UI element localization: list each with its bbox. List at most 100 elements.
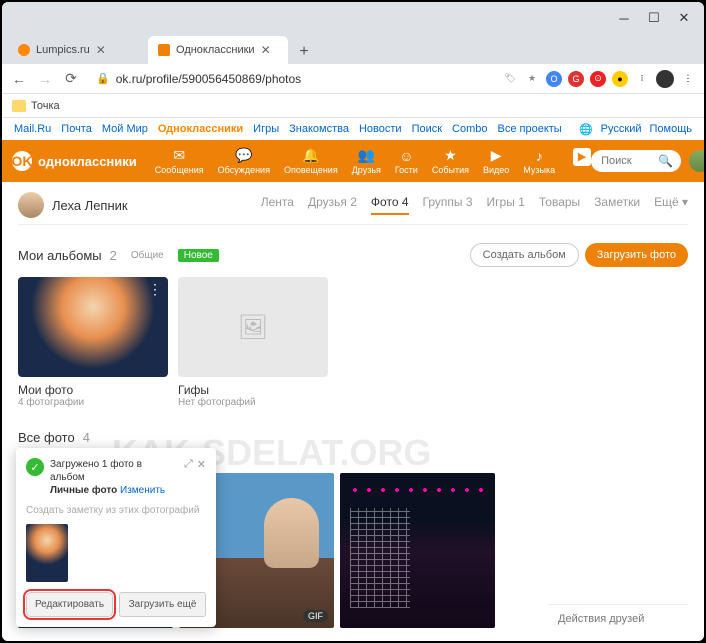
address-bar[interactable]: 🔒 ok.ru/profile/590056450869/photos [88,72,494,86]
album-card[interactable]: 🖼 Гифы Нет фотографий [178,277,328,408]
album-name: Гифы [178,383,328,397]
albums-count: 2 [110,248,117,263]
mailru-link[interactable]: Все проекты [498,123,562,135]
ext-icon[interactable]: G [568,71,584,87]
music-icon: ♪ [530,148,548,164]
album-name: Мои фото [18,383,168,397]
album-card[interactable]: ⋮ Мои фото 4 фотографии [18,277,168,408]
ext-icon[interactable]: ⁝ [634,71,650,87]
browser-tab[interactable]: Одноклассники ✕ [148,36,288,64]
bookmarks-bar: Точка [2,94,704,118]
allphotos-title: Все фото [18,430,75,445]
browser-tab[interactable]: Lumpics.ru ✕ [8,36,148,64]
allphotos-count: 4 [83,430,90,445]
upload-more-button[interactable]: Загрузить ещё [119,592,206,617]
albums-title: Мои альбомы [18,248,102,263]
tab-goods[interactable]: Товары [539,195,580,215]
create-album-button[interactable]: Создать альбом [470,243,579,267]
user-avatar[interactable] [689,150,706,172]
expand-icon[interactable]: ⤢ [184,458,193,471]
album-thumbnail: 🖼 [178,277,328,377]
profile-name[interactable]: Леха Лепник [52,198,128,213]
menu-icon[interactable]: ⋮ [680,71,696,87]
mailru-link[interactable]: Новости [359,123,402,135]
tab-notes[interactable]: Заметки [594,195,640,215]
tab-games[interactable]: Игры 1 [487,195,525,215]
bell-icon: 🔔 [302,148,320,164]
globe-icon: 🌐 [579,123,593,136]
search-icon[interactable]: 🔍 [658,154,673,168]
nav-messages[interactable]: ✉Сообщения [155,148,204,175]
profile-avatar-icon[interactable] [656,70,674,88]
mailru-link[interactable]: Мой Мир [102,123,148,135]
change-link[interactable]: Изменить [120,485,165,496]
url-text: ok.ru/profile/590056450869/photos [116,72,301,86]
tab-label: Lumpics.ru [36,44,90,56]
ok-logo[interactable]: OK одноклассники [12,151,137,171]
star-icon: ★ [441,148,459,164]
nav-video[interactable]: ▶Видео [483,148,509,175]
win-close[interactable]: ✕ [678,12,690,24]
upload-photo-button[interactable]: Загрузить фото [585,243,688,267]
mailru-link[interactable]: Знакомства [289,123,349,135]
mailru-link[interactable]: Почта [61,123,92,135]
ext-icon[interactable]: O [546,71,562,87]
ok-header: OK одноклассники ✉Сообщения 💬Обсуждения … [2,140,704,182]
tab-photos[interactable]: Фото 4 [371,195,409,215]
ext-icon[interactable]: ⊙ [590,71,606,87]
tab-feed[interactable]: Лента [261,195,294,215]
nav-notifications[interactable]: 🔔Оповещения [284,148,338,175]
mailru-link[interactable]: Одноклассники [158,123,243,135]
mailru-link[interactable]: Combo [452,123,487,135]
play-icon[interactable]: ▶ [573,148,591,166]
chat-icon: 💬 [235,148,253,164]
ext-icon[interactable]: ● [612,71,628,87]
tab-more[interactable]: Ещё ▾ [654,195,688,215]
nav-friends[interactable]: 👥Друзья [352,148,381,175]
tag-new[interactable]: Новое [178,249,219,262]
favicon-icon [18,44,30,56]
video-icon: ▶ [487,148,505,164]
album-meta: 4 фотографии [18,397,168,408]
tag-common[interactable]: Общие [125,249,170,262]
bookmark-item[interactable]: Точка [31,100,60,112]
win-maximize[interactable]: ☐ [648,12,660,24]
mailru-link[interactable]: Mail.Ru [14,123,51,135]
tab-friends[interactable]: Друзья 2 [308,195,357,215]
photo-thumbnail[interactable] [340,473,495,628]
uploaded-photo-thumb[interactable] [26,524,68,582]
users-icon: 👥 [357,148,375,164]
envelope-icon: ✉ [170,148,188,164]
ext-icon[interactable]: 🏷 [502,71,518,87]
nav-back[interactable]: ← [10,70,28,88]
close-icon[interactable]: ✕ [261,43,271,57]
gif-badge: GIF [303,610,328,622]
nav-guests[interactable]: ☺Гости [395,148,418,175]
help-link[interactable]: Помощь [650,123,693,135]
nav-events[interactable]: ★События [432,148,469,175]
lock-icon: 🔒 [96,72,110,85]
more-icon[interactable]: ⋮ [148,281,162,298]
new-tab-button[interactable]: + [292,40,316,64]
lang-link[interactable]: Русский [601,123,642,135]
edit-button[interactable]: Редактировать [26,592,113,617]
nav-discussions[interactable]: 💬Обсуждения [218,148,270,175]
close-icon[interactable]: ✕ [197,458,206,471]
nav-reload[interactable]: ⟳ [62,70,80,88]
mailru-link[interactable]: Игры [253,123,279,135]
checkmark-icon: ✓ [26,458,44,476]
ext-icon[interactable]: ★ [524,71,540,87]
toast-message: Загружено 1 фото в альбом Личные фото Из… [50,458,178,497]
favicon-icon [158,44,170,56]
tab-label: Одноклассники [176,44,255,56]
toast-note[interactable]: Создать заметку из этих фотографий [26,505,206,516]
win-minimize[interactable]: ─ [618,12,630,24]
tab-groups[interactable]: Группы 3 [423,195,473,215]
close-icon[interactable]: ✕ [96,43,106,57]
nav-music[interactable]: ♪Музыка [523,148,555,175]
nav-forward[interactable]: → [36,70,54,88]
profile-avatar[interactable] [18,192,44,218]
friends-activity[interactable]: Действия друзей [548,604,688,633]
ok-brand: одноклассники [38,154,137,169]
mailru-link[interactable]: Поиск [412,123,442,135]
